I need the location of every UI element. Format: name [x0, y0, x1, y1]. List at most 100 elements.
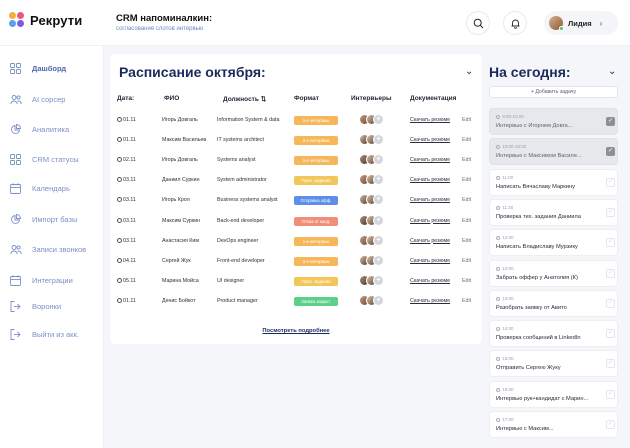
download-resume-link[interactable]: Скачать резюме [410, 298, 450, 304]
interviewer-avatars[interactable]: + [359, 254, 387, 267]
edit-button[interactable]: Edit [462, 177, 471, 183]
task-item[interactable]: 13:00 Разобрать заявку от Авито ✓ [489, 289, 618, 317]
sidebar-item-ai-sourcer[interactable]: AI сорсер [9, 91, 65, 107]
sidebar-item-call-records[interactable]: Записи звонков [9, 241, 86, 257]
task-checkbox[interactable]: ✓ [606, 147, 615, 157]
interviewer-avatars[interactable]: + [359, 214, 387, 227]
edit-button[interactable]: Edit [462, 137, 471, 143]
sidebar-item-integrations[interactable]: Интеграции [9, 272, 73, 288]
format-badge[interactable]: Заявка закрыт. [294, 296, 338, 306]
search-button[interactable] [466, 11, 490, 35]
add-interviewer-icon[interactable]: + [373, 114, 384, 125]
edit-button[interactable]: Edit [462, 197, 471, 203]
download-resume-link[interactable]: Скачать резюме [410, 218, 450, 224]
interviewer-avatars[interactable]: + [359, 114, 387, 126]
format-badge[interactable]: Отправка офф. [294, 196, 338, 206]
interviewer-avatars[interactable]: + [359, 154, 387, 166]
task-item[interactable]: 15:00 Отправить Сергею Жуку ✓ [489, 350, 618, 378]
sidebar-item-label: AI сорсер [32, 94, 66, 104]
task-checkbox[interactable]: ✓ [606, 298, 615, 308]
task-checkbox[interactable]: ✓ [606, 389, 615, 399]
add-interviewer-icon[interactable]: + [373, 294, 384, 306]
table-row: 05.11 Марина Мойса UI designer Пров. задани… [110, 272, 482, 292]
format-badge[interactable]: Отказ от канд. [294, 216, 338, 226]
download-resume-link[interactable]: Скачать резюме [410, 137, 450, 143]
download-resume-link[interactable]: Скачать резюме [410, 238, 450, 244]
interviewer-avatars[interactable]: + [359, 174, 387, 186]
task-checkbox[interactable]: ✓ [606, 268, 615, 278]
chevron-down-icon[interactable]: ⌄ [608, 66, 616, 77]
task-time-value: 10:00-10:00 [502, 144, 527, 150]
add-interviewer-icon[interactable]: + [373, 134, 384, 146]
sidebar-item-dashboard[interactable]: Дашборд [9, 60, 66, 76]
format-badge[interactable]: 2-е интервью [294, 136, 338, 146]
exit-icon [9, 328, 22, 341]
task-item[interactable]: 17:00 Интервью с Максим... ✓ [489, 411, 618, 438]
task-item[interactable]: 12:00 Забрать оффер у Анатолия (К) ✓ [489, 259, 618, 287]
add-interviewer-icon[interactable]: + [373, 254, 384, 266]
task-checkbox[interactable]: ✓ [606, 207, 615, 217]
people-icon [9, 93, 22, 106]
sidebar-item-import[interactable]: Импорт базы [9, 211, 77, 227]
add-interviewer-icon[interactable]: + [373, 274, 384, 286]
row-position: Back-end developer [217, 217, 265, 224]
interviewer-avatars[interactable]: + [359, 194, 387, 206]
task-checkbox[interactable]: ✓ [606, 329, 615, 339]
edit-button[interactable]: Edit [462, 238, 471, 244]
edit-button[interactable]: Edit [462, 258, 471, 264]
add-task-button[interactable]: + Добавить задачу [489, 86, 618, 98]
format-badge[interactable]: 2-е интервью [294, 156, 338, 166]
interviewer-avatars[interactable]: + [359, 134, 387, 146]
task-checkbox[interactable]: ✓ [606, 359, 615, 369]
task-checkbox[interactable]: ✓ [606, 420, 615, 429]
edit-button[interactable]: Edit [462, 157, 471, 163]
interviewer-avatars[interactable]: + [359, 274, 387, 287]
sidebar-item-analytics[interactable]: Аналитика [9, 121, 69, 137]
edit-button[interactable]: Edit [462, 117, 471, 123]
chevron-down-icon[interactable]: ⌄ [465, 66, 473, 77]
sidebar-item-calendar[interactable]: Календарь [9, 180, 70, 196]
notifications-button[interactable] [503, 11, 527, 35]
task-checkbox[interactable]: ✓ [606, 117, 615, 126]
add-interviewer-icon[interactable]: + [373, 154, 384, 166]
sidebar-item-funnels[interactable]: Воронки [9, 298, 61, 314]
task-item[interactable]: 10:00-10:00 Интервью с Максимом Василе...… [489, 138, 618, 166]
view-more-link[interactable]: Посмотреть подробнее [110, 328, 482, 334]
download-resume-link[interactable]: Скачать резюме [410, 258, 450, 264]
task-item[interactable]: 14:00 Проверка сообщений в LinkedIn ✓ [489, 320, 618, 348]
download-resume-link[interactable]: Скачать резюме [410, 278, 450, 284]
add-interviewer-icon[interactable]: + [373, 234, 384, 246]
format-badge[interactable]: 2-е интервью [294, 256, 338, 266]
download-resume-link[interactable]: Скачать резюме [410, 177, 450, 183]
task-checkbox[interactable]: ✓ [606, 238, 615, 248]
task-item[interactable]: 12:00 Написать Владиславу Мурзику ✓ [489, 229, 618, 257]
row-date: 03.11 [117, 177, 136, 183]
logo[interactable]: Рекрути [9, 12, 82, 28]
add-interviewer-icon[interactable]: + [373, 174, 384, 186]
download-resume-link[interactable]: Скачать резюме [410, 197, 450, 203]
edit-button[interactable]: Edit [462, 218, 471, 224]
task-item[interactable]: 11:30 Проверка тех. задания Даниила ✓ [489, 198, 618, 226]
row-date-value: 05.11 [123, 277, 136, 284]
add-interviewer-icon[interactable]: + [373, 194, 384, 206]
interviewer-avatars[interactable]: + [359, 294, 387, 307]
format-badge[interactable]: 2-е интервью [294, 116, 338, 125]
format-badge[interactable]: Пров. задания [294, 276, 338, 286]
task-item[interactable]: 11:00 Написать Вячаславу Маркину ✓ [489, 168, 618, 196]
format-badge[interactable]: Пров. задания [294, 176, 338, 186]
sidebar-item-crm-statuses[interactable]: CRM статусы [9, 151, 79, 167]
edit-button[interactable]: Edit [462, 278, 471, 284]
task-time-value: 16:00 [502, 386, 514, 392]
format-badge[interactable]: 1-е интервью [294, 236, 338, 246]
download-resume-link[interactable]: Скачать резюме [410, 117, 450, 123]
column-header-position[interactable]: Должность ⇅ [223, 95, 266, 103]
task-item[interactable]: 16:00 Интервью рук+кандидат с Марин... ✓ [489, 380, 618, 408]
task-item[interactable]: 9:00-10:00 Интервью с Игорнем Довга... ✓ [489, 108, 618, 135]
add-interviewer-icon[interactable]: + [373, 214, 384, 226]
edit-button[interactable]: Edit [462, 298, 471, 304]
user-menu[interactable]: Лидия › [544, 11, 618, 35]
download-resume-link[interactable]: Скачать резюме [410, 157, 450, 163]
task-checkbox[interactable]: ✓ [606, 177, 615, 187]
interviewer-avatars[interactable]: + [359, 234, 387, 247]
sidebar-item-logout[interactable]: Выйти из акк. [9, 326, 79, 342]
